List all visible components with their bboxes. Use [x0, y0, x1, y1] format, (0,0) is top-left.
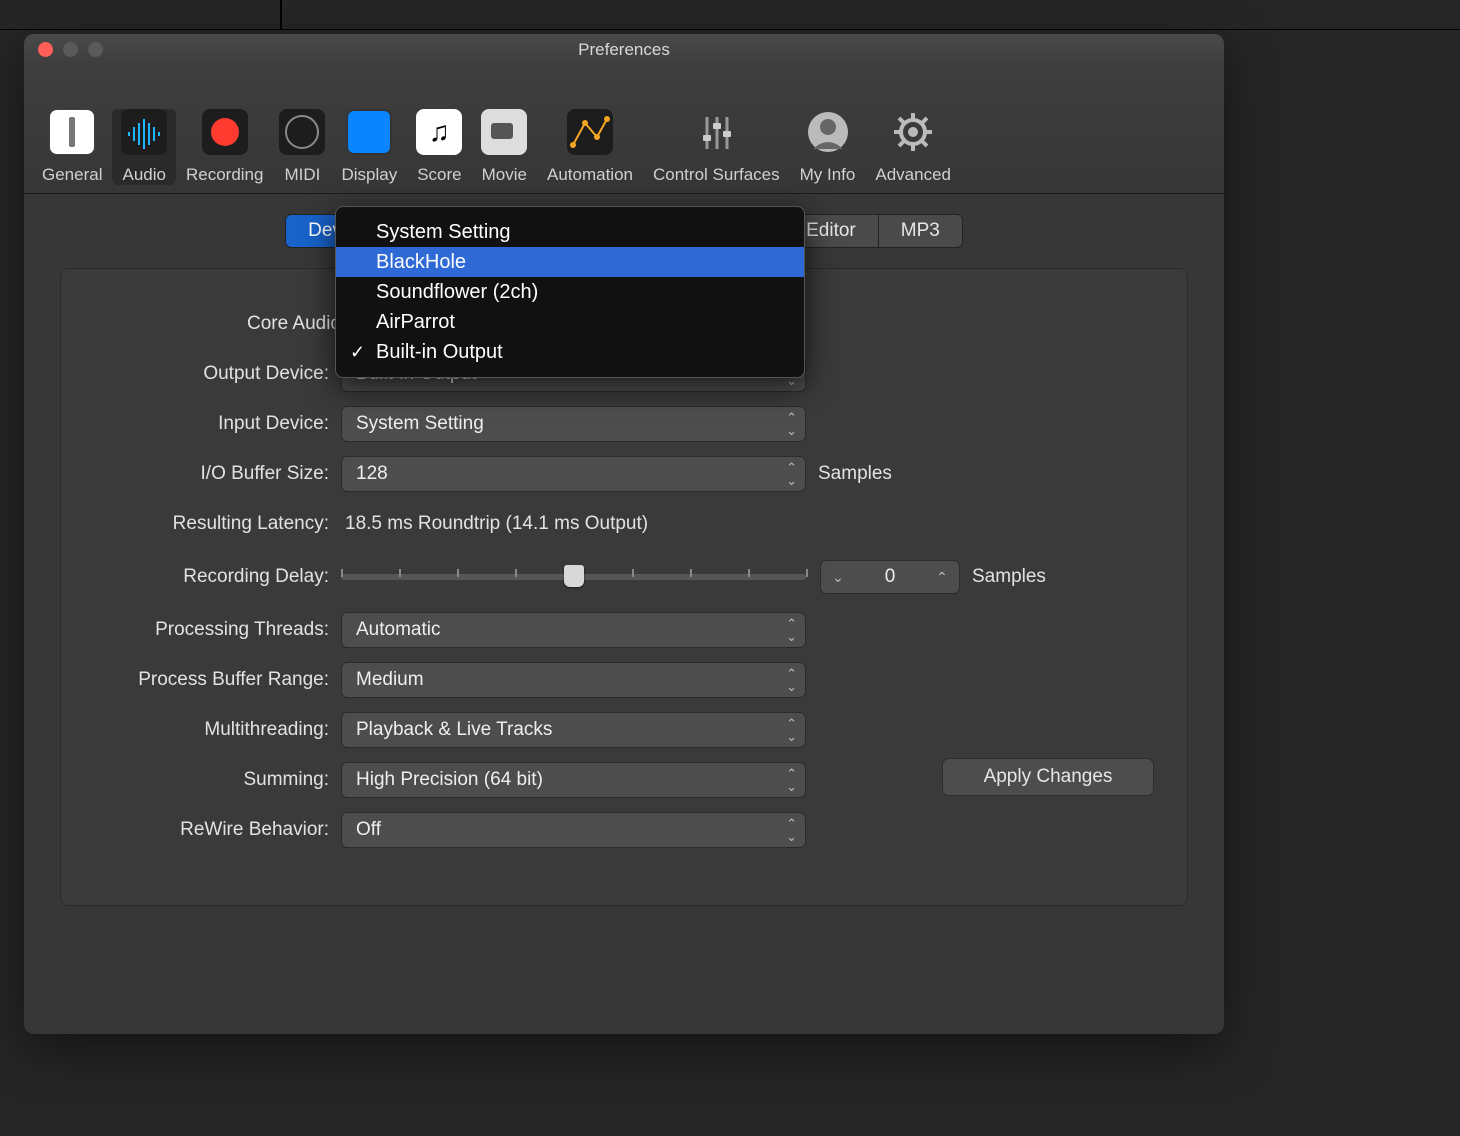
score-icon [416, 109, 462, 155]
input-device-label: Input Device: [91, 413, 341, 435]
chevron-up-icon[interactable]: ⌃ [925, 561, 959, 593]
toolbar-score[interactable]: Score [407, 109, 471, 185]
toolbar-advanced[interactable]: Advanced [865, 109, 961, 185]
record-icon [202, 109, 248, 155]
latency-value: 18.5 ms Roundtrip (14.1 ms Output) [341, 513, 648, 535]
window-title: Preferences [578, 40, 670, 59]
chevron-updown-icon: ⌃⌄ [786, 817, 797, 843]
automation-icon [567, 109, 613, 155]
switch-icon [49, 109, 95, 155]
proc-threads-select[interactable]: Automatic ⌃⌄ [341, 612, 806, 648]
io-buffer-label: I/O Buffer Size: [91, 463, 341, 485]
gear-icon [890, 109, 936, 155]
rewire-select[interactable]: Off ⌃⌄ [341, 812, 806, 848]
output-device-dropdown[interactable]: System Setting BlackHole Soundflower (2c… [335, 206, 805, 378]
output-device-label: Output Device: [91, 363, 341, 385]
sliders-icon [693, 109, 739, 155]
samples-label: Samples [960, 566, 1046, 588]
apply-changes-button[interactable]: Apply Changes [942, 758, 1154, 796]
toolbar-general[interactable]: General [32, 109, 112, 185]
chevron-updown-icon: ⌃⌄ [786, 717, 797, 743]
chevron-updown-icon: ⌃⌄ [786, 767, 797, 793]
person-icon [805, 109, 851, 155]
toolbar: General Audio Recording MIDI Display Sco… [24, 66, 1224, 194]
check-icon: ✓ [350, 337, 365, 367]
summing-select[interactable]: High Precision (64 bit) ⌃⌄ [341, 762, 806, 798]
recording-delay-label: Recording Delay: [91, 566, 341, 588]
latency-label: Resulting Latency: [91, 513, 341, 535]
rewire-label: ReWire Behavior: [91, 819, 341, 841]
dropdown-item-blackhole[interactable]: BlackHole [336, 247, 804, 277]
proc-threads-label: Processing Threads: [91, 619, 341, 641]
summing-label: Summing: [91, 769, 341, 791]
slider-thumb[interactable] [564, 565, 584, 587]
chevron-updown-icon: ⌃⌄ [786, 461, 797, 487]
toolbar-recording[interactable]: Recording [176, 109, 274, 185]
dropdown-item-builtin-output[interactable]: ✓ Built-in Output [336, 337, 804, 367]
dropdown-item-airparrot[interactable]: AirParrot [336, 307, 804, 337]
movie-icon [481, 109, 527, 155]
toolbar-audio[interactable]: Audio [112, 109, 175, 185]
chevron-down-icon[interactable]: ⌄ [821, 561, 855, 593]
dropdown-item-soundflower[interactable]: Soundflower (2ch) [336, 277, 804, 307]
samples-label: Samples [806, 463, 892, 485]
toolbar-midi[interactable]: MIDI [273, 109, 331, 185]
chevron-updown-icon: ⌃⌄ [786, 617, 797, 643]
multithreading-select[interactable]: Playback & Live Tracks ⌃⌄ [341, 712, 806, 748]
dropdown-item-system-setting[interactable]: System Setting [336, 217, 804, 247]
subtab-mp3[interactable]: MP3 [878, 214, 963, 248]
toolbar-control-surfaces[interactable]: Control Surfaces [643, 109, 790, 185]
toolbar-movie[interactable]: Movie [472, 109, 537, 185]
close-icon[interactable] [38, 42, 53, 57]
multithreading-label: Multithreading: [91, 719, 341, 741]
display-icon [346, 109, 392, 155]
midi-icon [279, 109, 325, 155]
proc-buffer-select[interactable]: Medium ⌃⌄ [341, 662, 806, 698]
core-audio-label: Core Audio [91, 313, 353, 335]
waveform-icon [121, 109, 167, 155]
maximize-icon[interactable] [88, 42, 103, 57]
proc-buffer-label: Process Buffer Range: [91, 669, 341, 691]
io-buffer-select[interactable]: 128 ⌃⌄ [341, 456, 806, 492]
preferences-window: Preferences General Audio Recording MIDI… [24, 34, 1224, 1034]
input-device-select[interactable]: System Setting ⌃⌄ [341, 406, 806, 442]
recording-delay-stepper[interactable]: ⌄ 0 ⌃ [820, 560, 960, 594]
toolbar-display[interactable]: Display [331, 109, 407, 185]
toolbar-automation[interactable]: Automation [537, 109, 643, 185]
chevron-updown-icon: ⌃⌄ [786, 411, 797, 437]
recording-delay-slider[interactable] [341, 574, 806, 580]
minimize-icon[interactable] [63, 42, 78, 57]
titlebar[interactable]: Preferences [24, 34, 1224, 66]
toolbar-my-info[interactable]: My Info [790, 109, 866, 185]
chevron-updown-icon: ⌃⌄ [786, 667, 797, 693]
